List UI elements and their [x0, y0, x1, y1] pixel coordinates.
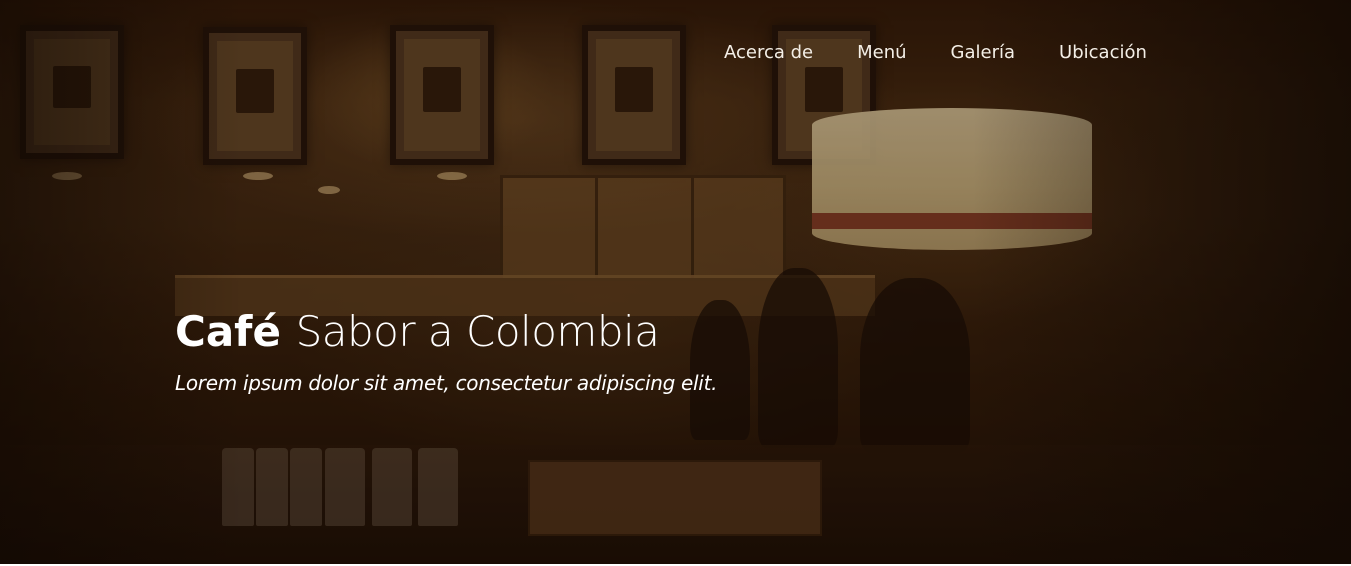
hero-banner: Acerca de Menú Galería Ubicación Café Sa…	[0, 0, 1351, 564]
hero-title: Café Sabor a Colombia	[175, 302, 660, 362]
hero-subtitle: Lorem ipsum dolor sit amet, consectetur …	[175, 371, 718, 395]
cafe-background-image	[0, 0, 1351, 564]
nav-item-ubicacion[interactable]: Ubicación	[1059, 38, 1147, 68]
vignette-overlay	[0, 0, 1351, 564]
hero-title-light: Sabor a Colombia	[295, 307, 660, 356]
nav-item-galeria[interactable]: Galería	[951, 38, 1016, 68]
main-nav: Acerca de Menú Galería Ubicación	[702, 38, 1169, 68]
hero-title-strong: Café	[175, 307, 281, 356]
nav-item-acerca[interactable]: Acerca de	[724, 38, 813, 68]
nav-item-menu[interactable]: Menú	[857, 38, 906, 68]
